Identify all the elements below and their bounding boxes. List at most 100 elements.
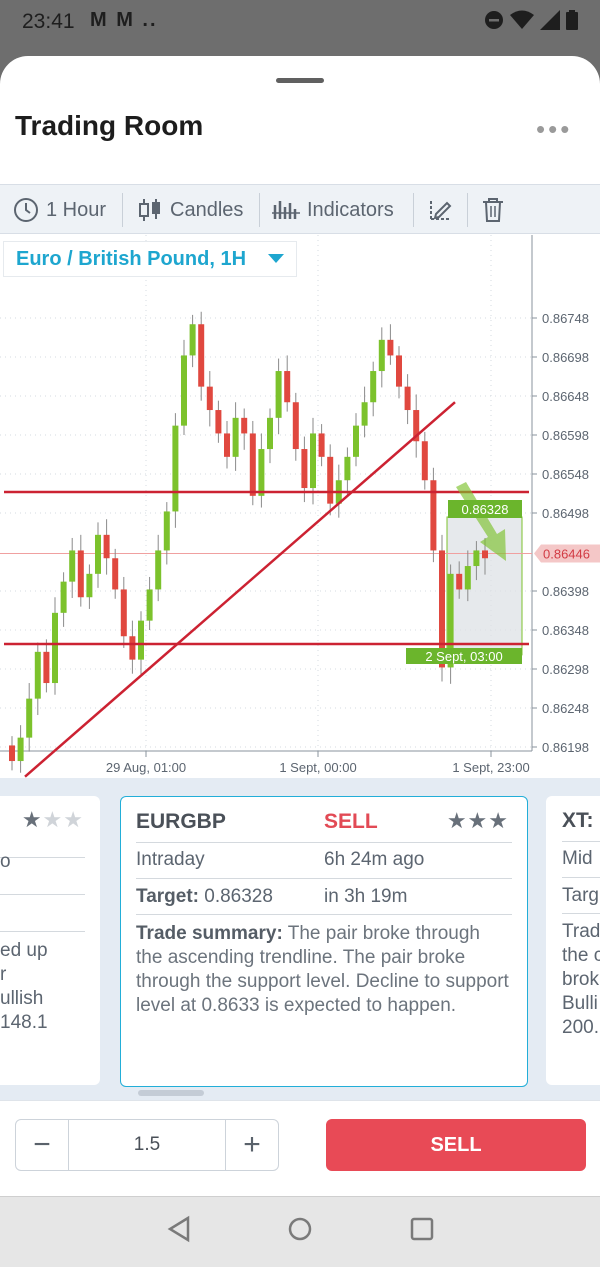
- symbol-label: EURGBP: [136, 810, 226, 833]
- candle-body: [198, 324, 205, 387]
- y-tick-label: 0.86248: [542, 701, 589, 716]
- card-divider: [562, 913, 600, 914]
- card-divider: [562, 877, 600, 878]
- candle-body: [69, 550, 76, 582]
- candles-icon: [139, 199, 160, 221]
- candle-body: [421, 441, 428, 481]
- signal-card-next[interactable]: XT: Mid Targ Trad the c brok Bulli 200.: [546, 796, 600, 1085]
- increase-amount-button[interactable]: +: [226, 1120, 278, 1170]
- card-line: ullish: [0, 988, 44, 1009]
- card-divider: [136, 842, 512, 843]
- candle-body: [172, 425, 179, 512]
- x-tick-label: 1 Sept, 23:00: [452, 760, 529, 775]
- indicators-button[interactable]: Indicators: [272, 185, 394, 235]
- delete-button[interactable]: [481, 185, 505, 235]
- indicators-label: Indicators: [307, 198, 394, 221]
- toolbar-divider: [413, 193, 414, 227]
- candle-body: [206, 386, 213, 411]
- instrument-label: Euro / British Pound, 1H: [16, 247, 247, 270]
- candle-body: [138, 620, 144, 660]
- navigation-bar: [0, 1196, 600, 1267]
- amount-stepper: − 1.5 +: [15, 1119, 279, 1171]
- candle-body: [9, 745, 15, 762]
- candle-body: [387, 339, 394, 356]
- candle-body: [86, 573, 93, 598]
- instrument-selector[interactable]: Euro / British Pound, 1H: [3, 241, 298, 277]
- carousel-scroll-indicator[interactable]: [138, 1090, 204, 1096]
- status-bar: 23:41 M M ..: [0, 0, 600, 44]
- current-price-label: 0.86446: [543, 547, 590, 562]
- y-tick-label: 0.86298: [542, 662, 589, 677]
- back-icon[interactable]: [166, 1215, 192, 1243]
- page-title: Trading Room: [15, 110, 204, 141]
- candle-body: [284, 371, 291, 403]
- rating-stars: ★★★: [446, 808, 509, 833]
- candle-body: [43, 651, 50, 684]
- target-row: Target: 0.86328: [136, 886, 273, 908]
- candle-body: [34, 651, 41, 699]
- price-chart[interactable]: 0.86748 0.86698 0.86648 0.86598 0.86548 0.864…: [0, 235, 600, 794]
- candle-body: [215, 410, 222, 434]
- chart-type-button[interactable]: Candles: [137, 185, 243, 235]
- candle-body: [310, 433, 316, 489]
- timeframe-button[interactable]: 1 Hour: [13, 185, 106, 235]
- candle-body: [163, 511, 170, 551]
- candle-body: [353, 425, 359, 457]
- target-price-label: 0.86328: [462, 502, 509, 517]
- trade-summary: Trade summary: The pair broke through th…: [136, 922, 509, 1018]
- card-divider: [136, 878, 512, 879]
- card-line: 148.1: [0, 1012, 48, 1033]
- notification-icons: M M ..: [90, 9, 158, 31]
- candle-body: [17, 737, 24, 762]
- sell-button[interactable]: SELL: [326, 1119, 586, 1171]
- system-icons: [484, 10, 578, 30]
- card-line: brok: [562, 969, 599, 990]
- amount-value[interactable]: 1.5: [68, 1120, 226, 1170]
- candle-body: [370, 371, 377, 403]
- target-value: 0.86328: [204, 886, 273, 907]
- y-tick-label: 0.86348: [542, 623, 589, 638]
- y-tick-label: 0.86398: [542, 584, 589, 599]
- candle-body: [456, 573, 463, 590]
- candlestick-chart[interactable]: 0.86748 0.86698 0.86648 0.86598 0.86548 0.864…: [0, 235, 600, 794]
- signal-card-eurgbp[interactable]: EURGBP SELL ★★★ Intraday 6h 24m ago Targ…: [120, 796, 528, 1087]
- draw-tool-button[interactable]: [427, 185, 453, 235]
- home-icon[interactable]: [286, 1215, 314, 1243]
- candle-body: [155, 550, 162, 590]
- candle-body: [232, 417, 239, 457]
- candle-body: [95, 534, 101, 574]
- card-line: Bulli: [562, 993, 598, 1014]
- signal-label: SELL: [324, 810, 378, 833]
- card-divider: [0, 931, 85, 932]
- y-tick-label: 0.86548: [542, 467, 589, 482]
- candle-body: [189, 324, 196, 356]
- recents-icon[interactable]: [408, 1215, 436, 1243]
- candle-body: [112, 558, 119, 590]
- card-line: Trad: [562, 921, 600, 942]
- signal-card-previous[interactable]: ★★★ o ed up r ullish 148.1: [0, 796, 100, 1085]
- wifi-icon: [510, 10, 534, 29]
- posted-time: 6h 24m ago: [324, 849, 425, 870]
- toolbar-divider: [259, 193, 260, 227]
- candle-body: [327, 456, 334, 504]
- candle-body: [301, 449, 308, 489]
- y-tick-label: 0.86498: [542, 506, 589, 521]
- candle-body: [146, 589, 153, 621]
- y-tick-label: 0.86198: [542, 740, 589, 755]
- decrease-amount-button[interactable]: −: [16, 1120, 68, 1170]
- candle-body: [249, 433, 256, 496]
- toolbar-divider: [122, 193, 123, 227]
- candle-body: [77, 550, 84, 598]
- order-bar: − 1.5 + SELL: [0, 1100, 600, 1196]
- target-time-label: 2 Sept, 03:00: [425, 649, 502, 664]
- candle-body: [473, 550, 480, 567]
- battery-icon: [566, 10, 578, 30]
- sheet-drag-handle[interactable]: [276, 78, 324, 83]
- symbol-label: XT:: [562, 809, 594, 832]
- signal-cards-carousel[interactable]: ★★★ o ed up r ullish 148.1 EURGBP SELL ★…: [0, 778, 600, 1100]
- candle-body: [26, 698, 33, 738]
- dnd-icon: [485, 11, 503, 29]
- clock-icon: [14, 198, 38, 222]
- more-options-button[interactable]: •••: [536, 114, 572, 145]
- timeframe-label: 1 Hour: [46, 198, 107, 221]
